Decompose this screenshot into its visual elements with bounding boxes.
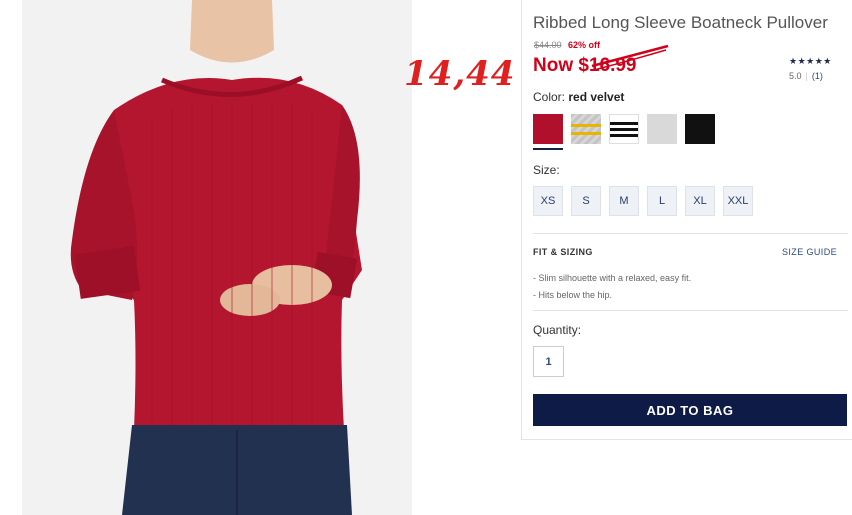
- review-count-link[interactable]: (1): [812, 71, 823, 81]
- rating-value: 5.0: [789, 71, 802, 81]
- stripe: [610, 134, 638, 137]
- add-to-bag-button[interactable]: ADD TO BAG: [533, 394, 847, 426]
- size-guide-link[interactable]: SIZE GUIDE: [782, 247, 837, 257]
- product-details-panel: Ribbed Long Sleeve Boatneck Pullover $44…: [521, 0, 852, 440]
- quantity-input[interactable]: [533, 346, 564, 377]
- rating-summary: 5.0 | (1): [789, 71, 823, 81]
- size-l-button[interactable]: L: [647, 186, 677, 216]
- size-options: XS S M L XL XXL: [533, 186, 753, 216]
- stripe: [610, 122, 638, 125]
- size-xs-button[interactable]: XS: [533, 186, 563, 216]
- stripe: [610, 128, 638, 131]
- fit-detail-item: - Slim silhouette with a relaxed, easy f…: [533, 273, 692, 283]
- rating-stars[interactable]: ★★★★★: [789, 56, 832, 67]
- swatch-white-black-stripe[interactable]: [609, 114, 639, 144]
- stripe: [571, 124, 601, 127]
- swatch-light-grey[interactable]: [647, 114, 677, 144]
- divider: [533, 233, 848, 234]
- stripe: [571, 132, 601, 135]
- swatch-black[interactable]: [685, 114, 715, 144]
- original-price: $44.00: [534, 40, 562, 50]
- size-m-button[interactable]: M: [609, 186, 639, 216]
- price-annotation: 14,44: [404, 54, 516, 94]
- selected-color-name: red velvet: [568, 90, 625, 104]
- fit-details-list: - Slim silhouette with a relaxed, easy f…: [533, 270, 691, 304]
- divider: [533, 310, 848, 311]
- size-xl-button[interactable]: XL: [685, 186, 715, 216]
- swatch-grey-yellow-stripe[interactable]: [571, 114, 601, 144]
- size-xxl-button[interactable]: XXL: [723, 186, 753, 216]
- product-image[interactable]: [22, 0, 412, 515]
- size-s-button[interactable]: S: [571, 186, 601, 216]
- color-label: Color:: [533, 90, 566, 104]
- color-swatches: [533, 114, 715, 150]
- rating-separator: |: [805, 71, 808, 81]
- price-strikethrough-mark: [591, 44, 669, 71]
- size-label: Size:: [533, 163, 560, 177]
- quantity-label: Quantity:: [533, 323, 582, 337]
- product-title: Ribbed Long Sleeve Boatneck Pullover: [533, 13, 828, 32]
- swatch-red-velvet[interactable]: [533, 114, 563, 150]
- fit-detail-item: - Hits below the hip.: [533, 290, 613, 300]
- color-label-row: Color: red velvet: [533, 90, 624, 104]
- fit-sizing-heading: FIT & SIZING: [533, 247, 593, 257]
